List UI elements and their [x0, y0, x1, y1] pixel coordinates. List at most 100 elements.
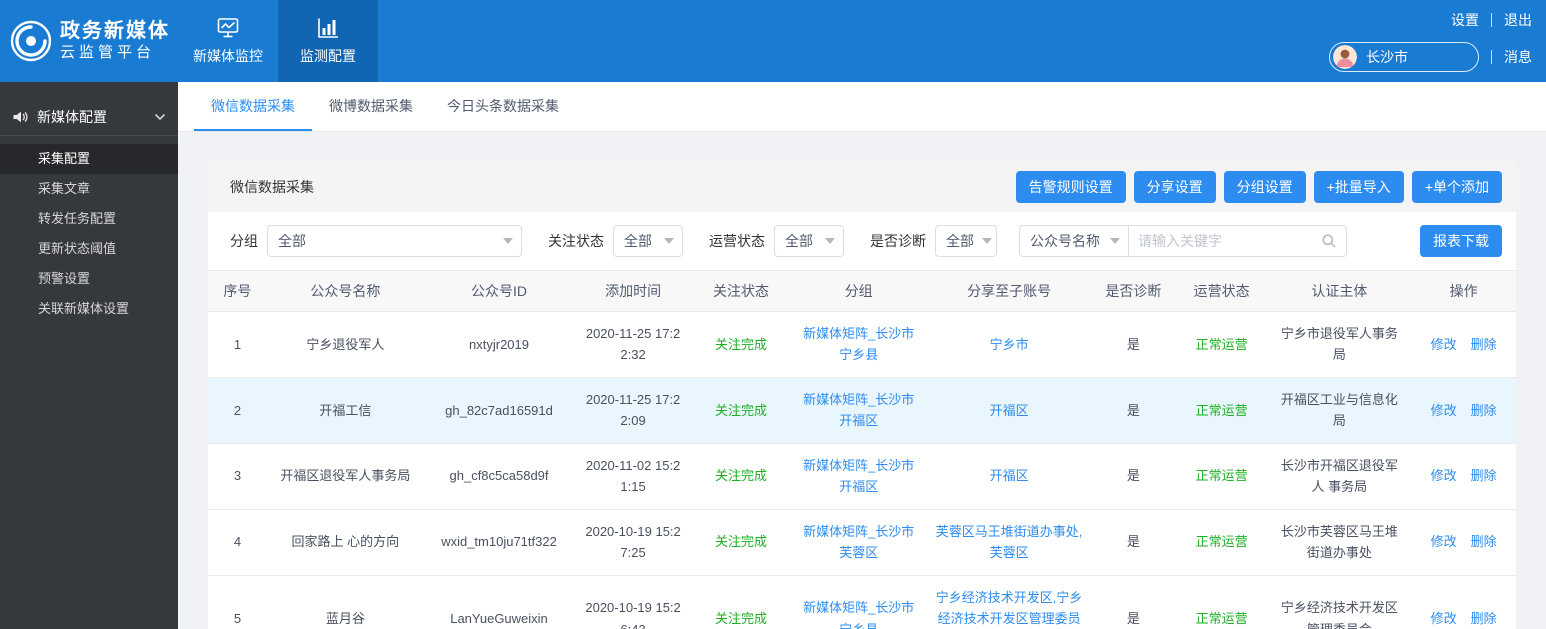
group-select[interactable]: 全部 — [267, 225, 522, 257]
sidebar-item-collection-config[interactable]: 采集配置 — [0, 144, 178, 174]
brand-title: 政务新媒体 — [60, 20, 170, 43]
delete-link[interactable]: 删除 — [1471, 403, 1497, 418]
bar-chart-icon — [317, 17, 339, 39]
divider — [1491, 13, 1492, 27]
cell-group[interactable]: 新媒体矩阵_长沙市宁乡县 — [790, 575, 928, 629]
search-field-select[interactable]: 公众号名称 — [1019, 225, 1129, 257]
cell-diagnose: 是 — [1090, 311, 1176, 378]
caret-down-icon — [664, 238, 674, 244]
cell-time: 2020-10-19 15:27:25 — [574, 509, 692, 576]
cell-share[interactable]: 芙蓉区马王堆街道办事处,芙蓉区 — [927, 509, 1091, 576]
group-settings-button[interactable]: 分组设置 — [1223, 171, 1306, 203]
header-right: 设置 退出 长沙市 消息 — [1329, 0, 1546, 82]
data-source-tabs: 微信数据采集 微博数据采集 今日头条数据采集 — [178, 82, 1546, 132]
report-download-button[interactable]: 报表下载 — [1420, 225, 1502, 257]
cell-group[interactable]: 新媒体矩阵_长沙市宁乡县 — [790, 311, 928, 378]
cell-diagnose: 是 — [1090, 509, 1176, 576]
cell-subject: 宁乡市退役军人事务局 — [1267, 311, 1412, 378]
follow-status-select[interactable]: 全部 — [613, 225, 683, 257]
share-settings-button[interactable]: 分享设置 — [1133, 171, 1216, 203]
settings-link[interactable]: 设置 — [1451, 10, 1479, 30]
cell-share[interactable]: 宁乡市 — [927, 311, 1091, 378]
column-header: 分组 — [790, 270, 928, 312]
sidebar-section-media-config[interactable]: 新媒体配置 — [0, 98, 178, 136]
cell-actions: 修改 删除 — [1411, 311, 1516, 378]
column-header: 分享至子账号 — [927, 270, 1091, 312]
column-header: 运营状态 — [1175, 270, 1268, 312]
operate-status-select[interactable]: 全部 — [774, 225, 844, 257]
delete-link[interactable]: 删除 — [1471, 611, 1497, 626]
table-row: 1 宁乡退役军人 nxtyjr2019 2020-11-25 17:22:32 关注完成… — [208, 311, 1516, 378]
cell-group[interactable]: 新媒体矩阵_长沙市开福区 — [790, 443, 928, 510]
divider — [1491, 50, 1492, 64]
tab-toutiao-collection[interactable]: 今日头条数据采集 — [430, 82, 576, 131]
delete-link[interactable]: 删除 — [1471, 534, 1497, 549]
cell-share[interactable]: 宁乡经济技术开发区,宁乡经济技术开发区管理委员会 — [927, 575, 1091, 629]
caret-down-icon — [503, 238, 513, 244]
sidebar-item-update-status-threshold[interactable]: 更新状态阈值 — [0, 234, 178, 264]
nav-item-label: 监测配置 — [300, 47, 356, 64]
cell-share[interactable]: 开福区 — [927, 377, 1091, 444]
cell-id: wxid_tm10ju71tf322 — [423, 509, 575, 576]
messages-link[interactable]: 消息 — [1504, 47, 1532, 67]
alert-rules-button[interactable]: 告警规则设置 — [1015, 171, 1126, 203]
cell-no: 5 — [208, 575, 267, 629]
nav-item-media-monitoring[interactable]: 新媒体监控 — [178, 0, 278, 82]
nav-item-monitoring-config[interactable]: 监测配置 — [278, 0, 378, 82]
column-header: 序号 — [208, 270, 267, 312]
single-add-button[interactable]: +单个添加 — [1411, 171, 1502, 203]
group-select-value: 全部 — [278, 233, 306, 249]
top-nav: 新媒体监控 监测配置 — [178, 0, 378, 82]
tab-weibo-collection[interactable]: 微博数据采集 — [312, 82, 430, 131]
modify-link[interactable]: 修改 — [1431, 337, 1457, 352]
user-avatar — [1333, 45, 1357, 69]
cell-name: 蓝月谷 — [266, 575, 424, 629]
cell-id: nxtyjr2019 — [423, 311, 575, 378]
current-city-selector[interactable]: 长沙市 — [1329, 42, 1479, 72]
panel-header: 微信数据采集 告警规则设置 分享设置 分组设置 +批量导入 +单个添加 — [208, 162, 1516, 212]
modify-link[interactable]: 修改 — [1431, 468, 1457, 483]
modify-link[interactable]: 修改 — [1431, 403, 1457, 418]
search-icon[interactable] — [1321, 233, 1337, 249]
cell-operate: 正常运营 — [1175, 311, 1268, 378]
delete-link[interactable]: 删除 — [1471, 468, 1497, 483]
cell-name: 开福工信 — [266, 377, 424, 444]
logout-link[interactable]: 退出 — [1504, 10, 1532, 30]
batch-import-button[interactable]: +批量导入 — [1313, 171, 1404, 203]
sidebar-item-warning-settings[interactable]: 预警设置 — [0, 264, 178, 294]
keyword-input[interactable] — [1138, 233, 1315, 249]
cell-operate: 正常运营 — [1175, 575, 1268, 629]
cell-time: 2020-11-02 15:21:15 — [574, 443, 692, 510]
keyword-search-combo: 公众号名称 — [1019, 225, 1347, 257]
user-row: 长沙市 消息 — [1329, 42, 1532, 72]
cell-follow: 关注完成 — [691, 311, 791, 378]
cell-id: gh_82c7ad16591d — [423, 377, 575, 444]
diagnose-select[interactable]: 全部 — [935, 225, 997, 257]
cell-operate: 正常运营 — [1175, 443, 1268, 510]
sidebar-item-forward-task-config[interactable]: 转发任务配置 — [0, 204, 178, 234]
operate-status-label: 运营状态 — [709, 233, 765, 249]
cell-no: 3 — [208, 443, 267, 510]
cell-group[interactable]: 新媒体矩阵_长沙市开福区 — [790, 377, 928, 444]
panel-buttons: 告警规则设置 分享设置 分组设置 +批量导入 +单个添加 — [1015, 171, 1502, 203]
tab-wechat-collection[interactable]: 微信数据采集 — [194, 82, 312, 131]
cell-no: 1 — [208, 311, 267, 378]
monitor-chart-icon — [217, 17, 239, 39]
cell-time: 2020-11-25 17:22:32 — [574, 311, 692, 378]
cell-diagnose: 是 — [1090, 377, 1176, 444]
modify-link[interactable]: 修改 — [1431, 611, 1457, 626]
cell-name: 宁乡退役军人 — [266, 311, 424, 378]
cell-share[interactable]: 开福区 — [927, 443, 1091, 510]
delete-link[interactable]: 删除 — [1471, 337, 1497, 352]
modify-link[interactable]: 修改 — [1431, 534, 1457, 549]
follow-status-label: 关注状态 — [548, 233, 604, 249]
cell-group[interactable]: 新媒体矩阵_长沙市芙蓉区 — [790, 509, 928, 576]
accounts-table: 序号 公众号名称 公众号ID 添加时间 关注状态 分组 分享至子账号 是否诊断 运营状态 认证主体… — [208, 270, 1516, 629]
cell-actions: 修改 删除 — [1411, 443, 1516, 510]
content-area: 微信数据采集 微博数据采集 今日头条数据采集 微信数据采集 告警规则设置 分享设… — [178, 82, 1546, 629]
platform-logo-icon — [10, 20, 52, 62]
sidebar-item-related-media-settings[interactable]: 关联新媒体设置 — [0, 294, 178, 324]
sidebar-item-collection-articles[interactable]: 采集文章 — [0, 174, 178, 204]
cell-operate: 正常运营 — [1175, 509, 1268, 576]
table-row: 2 开福工信 gh_82c7ad16591d 2020-11-25 17:22:09 关… — [208, 377, 1516, 444]
